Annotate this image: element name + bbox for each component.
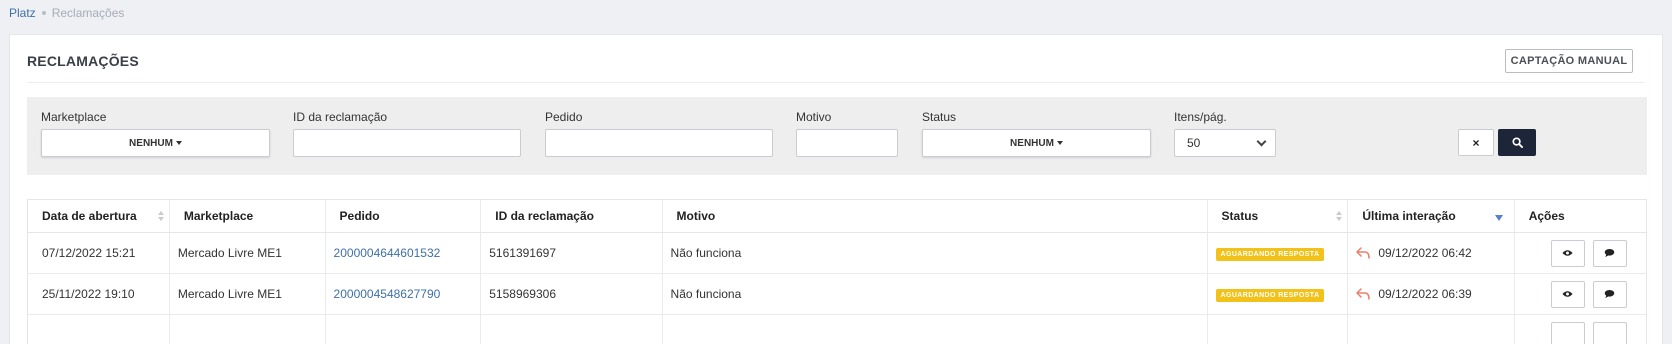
comment-icon	[1604, 289, 1615, 299]
page-title: RECLAMAÇÕES	[27, 53, 139, 69]
filter-per-page: Itens/pág. 50	[1174, 110, 1276, 157]
last-interaction-date: 09/12/2022 06:42	[1378, 246, 1472, 260]
reason-input[interactable]	[796, 129, 898, 157]
filter-marketplace: Marketplace NENHUM	[41, 110, 270, 157]
cell-reason	[662, 314, 1208, 344]
claim-id-filter-label: ID da reclamação	[293, 110, 388, 124]
manual-capture-button[interactable]: CAPTAÇÃO MANUAL	[1505, 49, 1633, 73]
search-icon	[1511, 137, 1523, 148]
last-interaction-date: 09/12/2022 06:39	[1378, 287, 1472, 301]
cell-reason: Não funciona	[662, 273, 1208, 315]
table-header-row: Data de abertura Marketplace Pedido ID d…	[27, 199, 1647, 233]
status-filter-label: Status	[922, 110, 957, 124]
view-button[interactable]	[1550, 239, 1585, 267]
breadcrumb-home[interactable]: Platz	[9, 6, 36, 20]
cell-claim-id	[480, 314, 663, 344]
breadcrumb: Platz Reclamações	[9, 6, 124, 20]
breadcrumb-current: Reclamações	[51, 6, 125, 20]
sort-icon	[157, 211, 164, 221]
cell-opened: 07/12/2022 15:21	[27, 232, 170, 274]
title-divider	[27, 82, 1645, 83]
reason-filter-label: Motivo	[796, 110, 832, 124]
status-dropdown-value: NENHUM	[1010, 137, 1054, 149]
filter-status: Status NENHUM	[922, 110, 1151, 157]
column-header-reason: Motivo	[662, 199, 1208, 233]
reply-icon	[1356, 247, 1371, 259]
sort-desc-icon	[1494, 215, 1503, 221]
view-button[interactable]	[1550, 280, 1585, 308]
marketplace-dropdown-value: NENHUM	[129, 137, 173, 149]
clear-filters-button[interactable]: ×	[1458, 129, 1494, 156]
cell-order	[325, 314, 482, 344]
column-header-last-interaction[interactable]: Última interação	[1347, 199, 1515, 233]
cell-opened: 25/11/2022 19:10	[27, 273, 170, 315]
row-actions	[1529, 321, 1646, 344]
caret-down-icon	[175, 141, 182, 145]
filter-claim-id: ID da reclamação	[293, 110, 521, 157]
comment-icon	[1604, 248, 1615, 258]
last-interaction: 09/12/2022 06:39	[1356, 287, 1513, 301]
filter-reason: Motivo	[796, 110, 898, 157]
order-filter-label: Pedido	[545, 110, 583, 124]
marketplace-dropdown[interactable]: NENHUM	[41, 129, 270, 157]
order-input[interactable]	[545, 129, 773, 157]
cell-reason: Não funciona	[662, 232, 1208, 274]
breadcrumb-separator	[41, 11, 46, 15]
table-row	[27, 314, 1647, 344]
claim-id-input[interactable]	[293, 129, 521, 157]
row-actions	[1529, 280, 1646, 308]
row-actions	[1529, 239, 1646, 267]
column-header-claim-id: ID da reclamação	[480, 199, 663, 233]
sort-icon	[1336, 211, 1343, 221]
table-row: 25/11/2022 19:10 Mercado Livre ME1 20000…	[27, 273, 1647, 315]
cell-claim-id: 5161391697	[480, 232, 663, 274]
filter-order: Pedido	[545, 110, 773, 157]
status-badge: AGUARDANDO RESPOSTA	[1215, 289, 1325, 302]
cell-last-interaction	[1347, 314, 1515, 344]
cell-marketplace	[169, 314, 326, 344]
comment-button[interactable]	[1592, 280, 1627, 308]
reply-icon	[1356, 288, 1371, 300]
column-header-actions: Ações	[1514, 199, 1647, 233]
filter-bar: Marketplace NENHUM ID da reclamação Pedi…	[27, 97, 1647, 175]
claims-panel: RECLAMAÇÕES CAPTAÇÃO MANUAL Marketplace …	[9, 34, 1663, 344]
order-link[interactable]: 2000004644601532	[334, 246, 441, 260]
cell-marketplace: Mercado Livre ME1	[169, 232, 326, 274]
table-row: 07/12/2022 15:21 Mercado Livre ME1 20000…	[27, 232, 1647, 274]
cell-claim-id: 5158969306	[480, 273, 663, 315]
chevron-down-icon	[1256, 136, 1267, 146]
column-header-opened[interactable]: Data de abertura	[27, 199, 170, 233]
marketplace-filter-label: Marketplace	[41, 110, 107, 124]
cell-status	[1207, 314, 1349, 344]
column-header-status[interactable]: Status	[1207, 199, 1349, 233]
order-link[interactable]: 2000004548627790	[334, 287, 441, 301]
per-page-label: Itens/pág.	[1174, 110, 1227, 124]
search-button[interactable]	[1498, 129, 1536, 156]
last-interaction: 09/12/2022 06:42	[1356, 246, 1513, 260]
eye-icon	[1562, 250, 1573, 256]
claims-table: Data de abertura Marketplace Pedido ID d…	[27, 199, 1647, 344]
comment-button[interactable]	[1592, 239, 1627, 267]
eye-icon	[1562, 291, 1573, 297]
per-page-select[interactable]: 50	[1174, 129, 1276, 157]
column-header-marketplace: Marketplace	[169, 199, 326, 233]
status-dropdown[interactable]: NENHUM	[922, 129, 1151, 157]
per-page-value: 50	[1187, 136, 1201, 150]
cell-opened	[27, 314, 170, 344]
column-header-order: Pedido	[325, 199, 482, 233]
status-badge: AGUARDANDO RESPOSTA	[1215, 248, 1325, 261]
caret-down-icon	[1056, 141, 1063, 145]
view-button[interactable]	[1550, 321, 1585, 344]
cell-marketplace: Mercado Livre ME1	[169, 273, 326, 315]
comment-button[interactable]	[1592, 321, 1627, 344]
